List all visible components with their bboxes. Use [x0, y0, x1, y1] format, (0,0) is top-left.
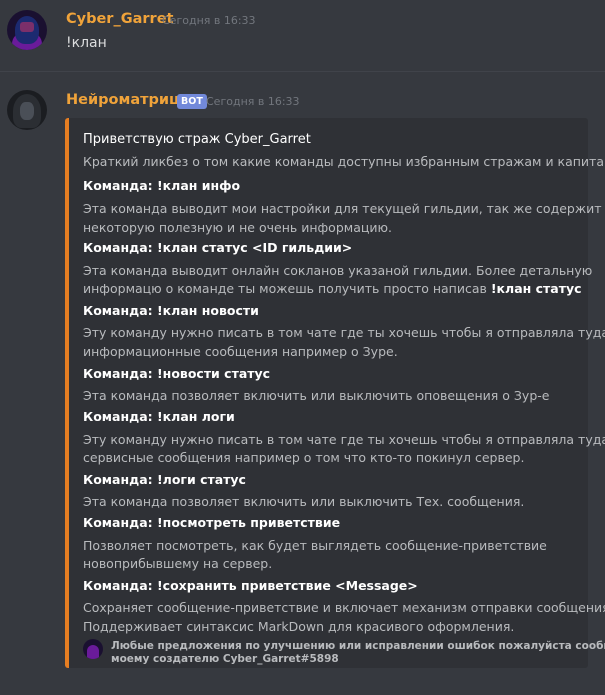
bot-author-name[interactable]: Нейроматрица — [66, 92, 190, 108]
field-value-line: Эта команда выводит онлайн сокланов указ… — [83, 263, 593, 278]
field-prefix: Команда: — [83, 472, 157, 487]
field-value-bold: !клан статус — [490, 281, 582, 296]
user-avatar[interactable] — [7, 10, 47, 50]
field-command: !сохранить приветствие <Message> — [156, 578, 418, 593]
field-prefix: Команда: — [83, 578, 157, 593]
field-command: !клан инфо — [156, 178, 241, 193]
field-prefix: Команда: — [83, 303, 157, 318]
field-value-line: Сохраняет сообщение-приветствие и включа… — [83, 600, 605, 615]
field-command: !посмотреть приветствие — [156, 515, 341, 530]
footer-avatar-shape — [87, 645, 99, 659]
field-name: Команда: !клан инфо — [83, 178, 240, 193]
field-name: Команда: !новости статус — [83, 366, 270, 381]
field-prefix: Команда: — [83, 366, 157, 381]
field-value-line: сервисные сообщения например о том что к… — [83, 450, 525, 465]
footer-text-line: Любые предложения по улучшению или испра… — [111, 640, 605, 652]
field-value-line: Эта команда выводит мои настройки для те… — [83, 201, 602, 216]
field-value-line: информационные сообщения например о Зуре… — [83, 344, 398, 359]
field-name: Команда: !логи статус — [83, 472, 246, 487]
field-prefix: Команда: — [83, 240, 157, 255]
field-value-line: Эта команда позволяет включить или выклю… — [83, 494, 525, 509]
field-name: Команда: !посмотреть приветствие — [83, 515, 340, 530]
message-cyber-garret: Cyber_Garret Сегодня в 16:33 !клан — [0, 0, 605, 70]
embed-title: Приветствую страж Cyber_Garret — [83, 132, 311, 147]
field-value-text: информацю о команде ты можешь получить п… — [83, 281, 491, 296]
bot-badge: BOT — [177, 94, 207, 109]
bot-avatar[interactable] — [7, 90, 47, 130]
field-prefix: Команда: — [83, 409, 157, 424]
field-name: Команда: !сохранить приветствие <Message… — [83, 578, 418, 593]
field-prefix: Команда: — [83, 515, 157, 530]
field-value-line: Позволяет посмотреть, как будет выглядет… — [83, 538, 547, 553]
footer-text-line: моему создателю Cyber_Garret#5898 — [111, 653, 339, 665]
field-value-line: Поддерживает синтаксис MarkDown для крас… — [83, 619, 515, 634]
field-value-line: новоприбывшему на сервер. — [83, 556, 273, 571]
message-text: !клан — [66, 35, 107, 51]
bot-timestamp: Сегодня в 16:33 — [206, 95, 300, 108]
field-command: !логи статус — [156, 472, 246, 487]
field-value-line: некоторую полезную и не очень информацию… — [83, 220, 392, 235]
footer-avatar — [83, 639, 103, 659]
field-name: Команда: !клан статус <ID гильдии> — [83, 240, 352, 255]
avatar-face-shape — [20, 22, 34, 32]
embed-card: Приветствую страж Cyber_Garret Краткий л… — [65, 118, 605, 668]
embed-description: Краткий ликбез о том какие команды досту… — [83, 154, 605, 169]
field-prefix: Команда: — [83, 178, 157, 193]
field-value-line: Эта команда позволяет включить или выклю… — [83, 388, 550, 403]
field-name: Команда: !клан новости — [83, 303, 259, 318]
timestamp: Сегодня в 16:33 — [162, 14, 256, 27]
field-value-line: Эту команду нужно писать в том чате где … — [83, 432, 605, 447]
author-name[interactable]: Cyber_Garret — [66, 11, 173, 27]
field-command: !новости статус — [156, 366, 271, 381]
message-divider — [0, 71, 605, 72]
field-value-line: Эту команду нужно писать в том чате где … — [83, 325, 605, 340]
field-command: !клан новости — [156, 303, 259, 318]
avatar-face-shape — [20, 102, 34, 120]
field-command: !клан логи — [156, 409, 235, 424]
field-value-line: информацю о команде ты можешь получить п… — [83, 281, 582, 296]
field-name: Команда: !клан логи — [83, 409, 235, 424]
field-command: !клан статус <ID гильдии> — [156, 240, 353, 255]
